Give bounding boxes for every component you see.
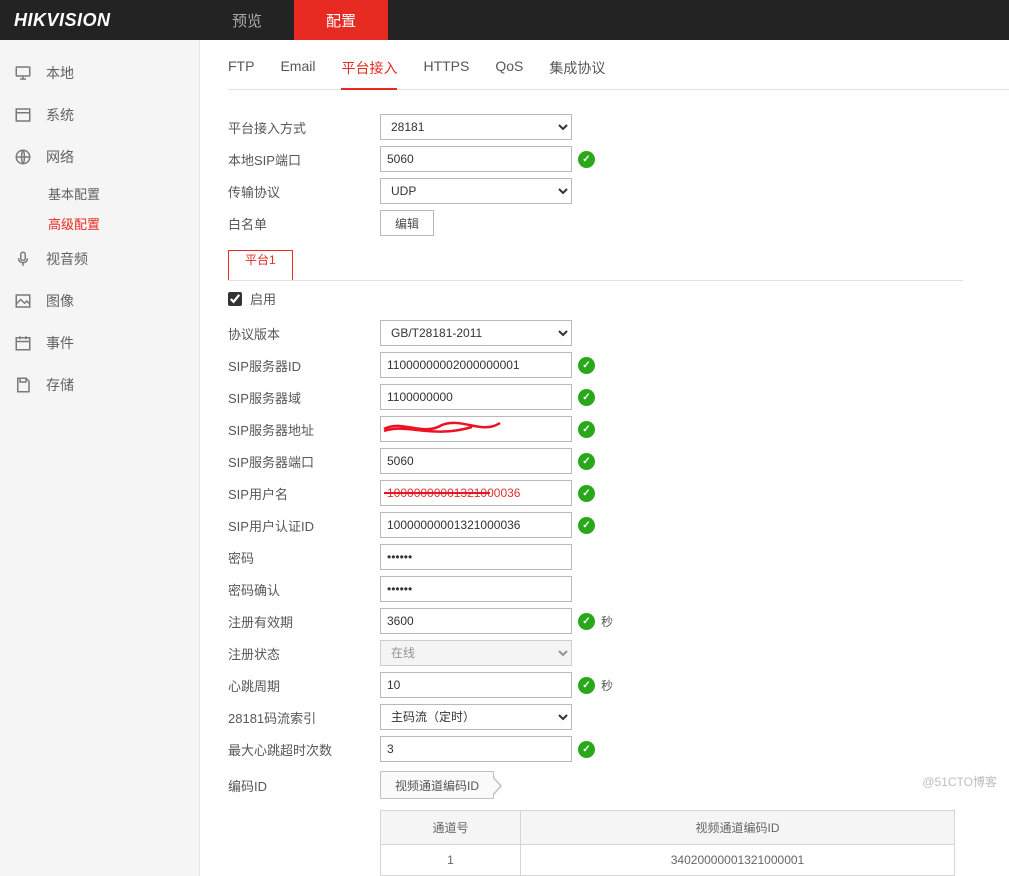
check-icon: ✓ [578, 389, 595, 406]
sip-port-input[interactable] [380, 448, 572, 474]
sidebar-label: 存储 [46, 375, 74, 395]
sidebar-item-av[interactable]: 视音频 [0, 238, 199, 280]
sip-user-label: SIP用户名 [228, 484, 380, 503]
window-icon [14, 106, 32, 124]
sidebar-label: 系统 [46, 105, 74, 125]
top-bar: HIKVISION 预览 配置 [0, 0, 1009, 40]
brand-logo: HIKVISION [0, 0, 200, 40]
sidebar-item-event[interactable]: 事件 [0, 322, 199, 364]
tab-https[interactable]: HTTPS [423, 58, 469, 89]
col-channel: 通道号 [381, 811, 521, 845]
sip-domain-label: SIP服务器域 [228, 388, 380, 407]
cell-channel: 1 [381, 845, 521, 876]
config-tabs: FTP Email 平台接入 HTTPS QoS 集成协议 [228, 58, 1009, 90]
hb-label: 心跳周期 [228, 676, 380, 695]
sip-port-label: SIP服务器端口 [228, 452, 380, 471]
check-icon: ✓ [578, 485, 595, 502]
codec-id-label: 编码ID [228, 776, 380, 795]
check-icon: ✓ [578, 677, 595, 694]
sip-server-id-label: SIP服务器ID [228, 356, 380, 375]
enable-checkbox[interactable] [228, 292, 242, 306]
platform1-tab[interactable]: 平台1 [228, 250, 293, 280]
sip-addr-input[interactable] [380, 416, 572, 442]
image-icon [14, 292, 32, 310]
sip-user-input[interactable] [380, 480, 572, 506]
reg-state-select: 在线 [380, 640, 572, 666]
pwd-label: 密码 [228, 548, 380, 567]
codec-table: 通道号 视频通道编码ID 1 34020000001321000001 [380, 810, 955, 876]
access-mode-label: 平台接入方式 [228, 118, 380, 137]
stream-idx-label: 28181码流索引 [228, 708, 380, 727]
sidebar-item-network[interactable]: 网络 [0, 136, 199, 178]
sidebar-item-system[interactable]: 系统 [0, 94, 199, 136]
transport-select[interactable]: UDP [380, 178, 572, 204]
max-hb-timeout-input[interactable] [380, 736, 572, 762]
sidebar-item-local[interactable]: 本地 [0, 52, 199, 94]
stream-idx-select[interactable]: 主码流（定时） [380, 704, 572, 730]
local-sip-port-label: 本地SIP端口 [228, 150, 380, 169]
platform-sub-tabs: 平台1 [228, 250, 963, 281]
reg-expiry-label: 注册有效期 [228, 612, 380, 631]
max-hb-timeout-label: 最大心跳超时次数 [228, 740, 380, 759]
whitelist-edit-button[interactable]: 编辑 [380, 210, 434, 236]
brand-text: HIKVISION [14, 10, 111, 31]
proto-ver-label: 协议版本 [228, 324, 380, 343]
tab-platform[interactable]: 平台接入 [341, 58, 397, 90]
transport-label: 传输协议 [228, 182, 380, 201]
check-icon: ✓ [578, 357, 595, 374]
sip-server-id-input[interactable] [380, 352, 572, 378]
calendar-icon [14, 334, 32, 352]
save-icon [14, 376, 32, 394]
reg-state-label: 注册状态 [228, 644, 380, 663]
sidebar-label: 网络 [46, 147, 74, 167]
tab-email[interactable]: Email [280, 58, 315, 89]
check-icon: ✓ [578, 151, 595, 168]
sidebar-label: 本地 [46, 63, 74, 83]
main-panel: FTP Email 平台接入 HTTPS QoS 集成协议 平台接入方式 281… [200, 40, 1009, 876]
nav-config[interactable]: 配置 [294, 0, 388, 40]
monitor-icon [14, 64, 32, 82]
cell-codec-id: 34020000001321000001 [521, 845, 955, 876]
sip-authid-label: SIP用户认证ID [228, 516, 380, 535]
sidebar-item-image[interactable]: 图像 [0, 280, 199, 322]
col-codec-id: 视频通道编码ID [521, 811, 955, 845]
globe-icon [14, 148, 32, 166]
seconds-unit: 秒 [601, 677, 613, 694]
sidebar-item-network-basic[interactable]: 基本配置 [0, 178, 199, 208]
sip-domain-input[interactable] [380, 384, 572, 410]
tab-ftp[interactable]: FTP [228, 58, 254, 89]
check-icon: ✓ [578, 517, 595, 534]
whitelist-label: 白名单 [228, 214, 380, 233]
codec-id-chip[interactable]: 视频通道编码ID [380, 771, 494, 799]
enable-label: 启用 [250, 289, 276, 308]
sidebar-label: 图像 [46, 291, 74, 311]
mic-icon [14, 250, 32, 268]
table-row[interactable]: 1 34020000001321000001 [381, 845, 955, 876]
reg-expiry-input[interactable] [380, 608, 572, 634]
access-mode-select[interactable]: 28181 [380, 114, 572, 140]
sidebar-label: 视音频 [46, 249, 88, 269]
local-sip-port-input[interactable] [380, 146, 572, 172]
check-icon: ✓ [578, 741, 595, 758]
check-icon: ✓ [578, 453, 595, 470]
seconds-unit: 秒 [601, 613, 613, 630]
check-icon: ✓ [578, 421, 595, 438]
pwd-input[interactable] [380, 544, 572, 570]
hb-input[interactable] [380, 672, 572, 698]
pwd-confirm-input[interactable] [380, 576, 572, 602]
sidebar: 本地 系统 网络 基本配置 高级配置 视音频 图像 事件 存储 [0, 40, 200, 876]
tab-qos[interactable]: QoS [495, 58, 523, 89]
sip-addr-label: SIP服务器地址 [228, 420, 380, 439]
proto-ver-select[interactable]: GB/T28181-2011 [380, 320, 572, 346]
sidebar-label: 事件 [46, 333, 74, 353]
sidebar-item-storage[interactable]: 存储 [0, 364, 199, 406]
watermark: @51CTO博客 [922, 773, 997, 790]
nav-preview[interactable]: 预览 [200, 0, 294, 40]
sip-authid-input[interactable] [380, 512, 572, 538]
sidebar-item-network-adv[interactable]: 高级配置 [0, 208, 199, 238]
tab-integrated[interactable]: 集成协议 [549, 58, 605, 89]
check-icon: ✓ [578, 613, 595, 630]
pwd-confirm-label: 密码确认 [228, 580, 380, 599]
